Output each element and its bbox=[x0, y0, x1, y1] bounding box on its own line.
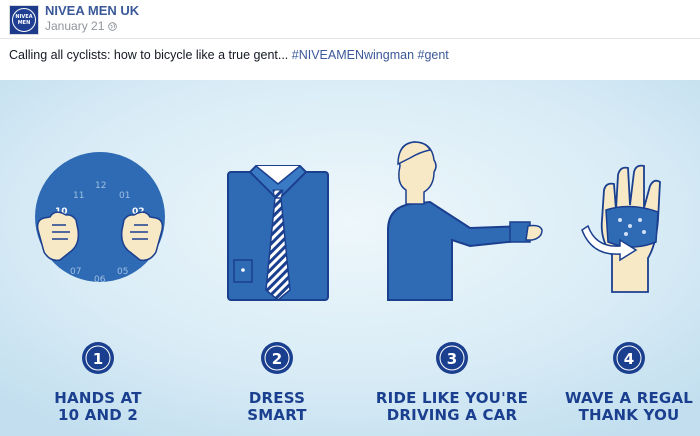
header-divider bbox=[0, 38, 700, 39]
step-1-line-2: 10 AND 2 bbox=[58, 406, 138, 424]
caption-text: Calling all cyclists: how to bicycle lik… bbox=[9, 48, 292, 62]
shirt-illustration bbox=[227, 165, 329, 301]
step-1-line-1: HANDS AT bbox=[54, 389, 142, 407]
svg-text:2: 2 bbox=[272, 350, 282, 368]
caption-hashtags[interactable]: #NIVEAMENwingman #gent bbox=[292, 48, 449, 62]
step-4-line-1: WAVE A REGAL bbox=[564, 389, 694, 407]
clock-number: 11 bbox=[73, 191, 84, 201]
logo-line-2: MEN bbox=[17, 20, 31, 26]
clock-number: 05 bbox=[117, 267, 128, 277]
step-3-line-1: RIDE LIKE YOU'RE bbox=[375, 389, 529, 407]
svg-text:1: 1 bbox=[93, 350, 103, 368]
infographic-image[interactable]: 12 01 02 11 10 07 06 05 bbox=[0, 80, 700, 436]
step-number-1: 1 bbox=[82, 342, 114, 374]
page-name-link[interactable]: NIVEA MEN UK bbox=[45, 3, 139, 18]
step-2-line-1: DRESS bbox=[248, 389, 306, 407]
step-3-line-2: DRIVING A CAR bbox=[386, 406, 518, 424]
post-date-link[interactable]: January 21 bbox=[45, 19, 104, 33]
facebook-post: NIVEA MEN NIVEA MEN UK January 21 Callin… bbox=[0, 0, 700, 436]
post-meta: January 21 bbox=[45, 19, 118, 33]
step-2-label: DRESS SMART bbox=[207, 390, 347, 424]
globe-icon bbox=[108, 21, 118, 31]
step-number-3: 3 bbox=[436, 342, 468, 374]
post-header: NIVEA MEN NIVEA MEN UK January 21 bbox=[0, 0, 700, 40]
step-2-line-2: SMART bbox=[247, 406, 307, 424]
clock-number: 06 bbox=[94, 275, 106, 285]
svg-text:4: 4 bbox=[624, 350, 634, 368]
nivea-logo: NIVEA MEN bbox=[12, 8, 36, 32]
clock-number: 12 bbox=[95, 181, 106, 191]
clock-number: 07 bbox=[70, 267, 81, 277]
clock-number: 01 bbox=[119, 191, 130, 201]
step-4-line-2: THANK YOU bbox=[578, 406, 680, 424]
step-1-label: HANDS AT 10 AND 2 bbox=[28, 390, 168, 424]
step-3-label: RIDE LIKE YOU'RE DRIVING A CAR bbox=[372, 390, 532, 424]
infographic-illustration: 12 01 02 11 10 07 06 05 bbox=[0, 80, 700, 436]
step-number-2: 2 bbox=[261, 342, 293, 374]
page-avatar[interactable]: NIVEA MEN bbox=[9, 5, 39, 35]
post-caption: Calling all cyclists: how to bicycle lik… bbox=[9, 48, 449, 62]
step-4-label: WAVE A REGAL THANK YOU bbox=[554, 390, 700, 424]
step-number-4: 4 bbox=[613, 342, 645, 374]
svg-text:3: 3 bbox=[447, 350, 457, 368]
